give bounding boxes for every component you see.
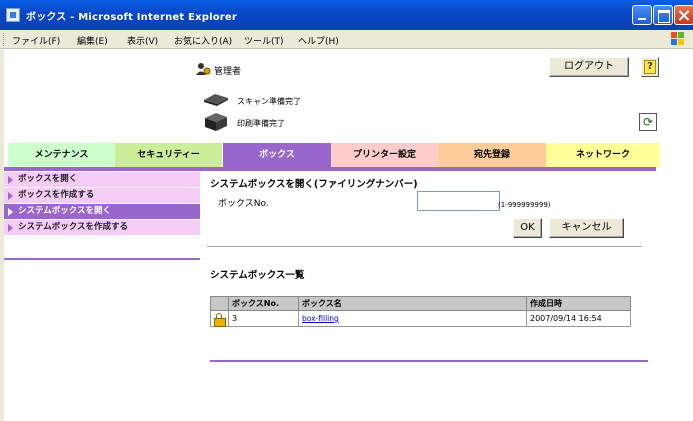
box-name-cell: box-filling (298, 310, 527, 327)
cancel-button[interactable]: キャンセル (549, 218, 624, 238)
menu-favorites[interactable]: お気に入り(A) (174, 34, 232, 47)
sidebar-item-create-box[interactable]: ボックスを作成する (4, 188, 200, 204)
menu-view[interactable]: 表示(V) (127, 34, 158, 47)
window-title: ボックス - Microsoft Internet Explorer (26, 12, 238, 23)
refresh-icon[interactable]: ⟳ (639, 113, 657, 131)
menu-tools[interactable]: ツール(T) (244, 34, 284, 47)
print-status: 印刷準備完了 (237, 119, 285, 128)
scanner-icon (204, 94, 228, 106)
sidebar-item-open-box[interactable]: ボックスを開く (4, 172, 200, 188)
box-no-range: (1-999999999) (498, 201, 551, 209)
maximize-button[interactable] (653, 5, 673, 25)
help-button[interactable]: ? (641, 57, 659, 77)
sidebar-item-label: システムボックスを作成する (18, 222, 128, 232)
column-header-box-no: ボックスNo. (228, 296, 299, 311)
sidebar: ボックスを開く ボックスを作成する システムボックスを開く システムボックスを作… (4, 172, 200, 236)
arrow-right-icon (8, 208, 13, 216)
tab-printer-settings[interactable]: プリンター設定 (331, 143, 438, 167)
tab-security[interactable]: セキュリティー (115, 143, 222, 167)
tab-address-registration[interactable]: 宛先登録 (438, 143, 546, 167)
header: 管理者 ログアウト ? スキャン準備完了 印刷準備完了 ⟳ (4, 50, 693, 142)
column-header-lock (210, 296, 229, 311)
arrow-right-icon (8, 176, 13, 184)
windows-logo-icon (671, 32, 685, 46)
help-icon: ? (644, 60, 656, 74)
bottom-divider (210, 360, 648, 362)
ok-button[interactable]: OK (513, 218, 542, 238)
box-no-input[interactable] (417, 191, 500, 211)
tab-network[interactable]: ネットワーク (546, 143, 660, 167)
minimize-button[interactable] (632, 5, 652, 25)
close-button[interactable] (674, 5, 693, 25)
arrow-right-icon (8, 192, 13, 200)
tab-box[interactable]: ボックス (223, 143, 331, 167)
menu-help[interactable]: ヘルプ(H) (298, 34, 339, 47)
scan-status: スキャン準備完了 (237, 97, 301, 106)
logout-button[interactable]: ログアウト (549, 57, 629, 77)
column-header-created: 作成日時 (526, 296, 631, 311)
printer-icon (205, 113, 227, 131)
sidebar-bottom-line (4, 258, 200, 260)
section-divider (207, 246, 642, 247)
box-no-cell: 3 (228, 310, 299, 327)
arrow-right-icon (8, 224, 13, 232)
sidebar-item-label: ボックスを開く (18, 174, 78, 184)
lock-icon (214, 312, 226, 327)
ie-app-icon (6, 8, 20, 22)
table-row: 3 box-filling 2007/09/14 16:54 (210, 310, 631, 327)
lock-cell (210, 310, 229, 327)
window-titlebar: ボックス - Microsoft Internet Explorer (0, 0, 693, 30)
box-no-label: ボックスNo. (218, 199, 269, 209)
sidebar-item-open-system-box[interactable]: システムボックスを開く (4, 204, 200, 220)
sidebar-item-label: ボックスを作成する (18, 190, 95, 200)
table-header-row: ボックスNo. ボックス名 作成日時 (210, 296, 631, 311)
toolbar-grip (3, 33, 6, 46)
user-label: 管理者 (214, 67, 242, 77)
tab-maintenance[interactable]: メンテナンス (8, 143, 115, 167)
open-system-box-title: システムボックスを開く(ファイリングナンバー) (210, 179, 418, 190)
menu-bar: ファイル(F) 編集(E) 表示(V) お気に入り(A) ツール(T) ヘルプ(… (0, 30, 693, 49)
admin-user-icon (196, 63, 211, 75)
system-box-table: ボックスNo. ボックス名 作成日時 3 box-filling 2007/09… (210, 296, 631, 327)
sidebar-item-label: システムボックスを開く (18, 206, 111, 216)
menu-file[interactable]: ファイル(F) (12, 34, 60, 47)
main-tabs: メンテナンス セキュリティー ボックス プリンター設定 宛先登録 ネットワーク (8, 143, 660, 167)
menu-edit[interactable]: 編集(E) (77, 34, 108, 47)
tab-underline (4, 167, 656, 171)
column-header-box-name: ボックス名 (298, 296, 527, 311)
page-content: 管理者 ログアウト ? スキャン準備完了 印刷準備完了 ⟳ メンテナンス セキュ… (4, 50, 693, 421)
sidebar-item-create-system-box[interactable]: システムボックスを作成する (4, 220, 200, 236)
box-name-link[interactable]: box-filling (302, 314, 339, 323)
created-cell: 2007/09/14 16:54 (526, 310, 631, 327)
system-box-list-title: システムボックス一覧 (210, 270, 305, 281)
